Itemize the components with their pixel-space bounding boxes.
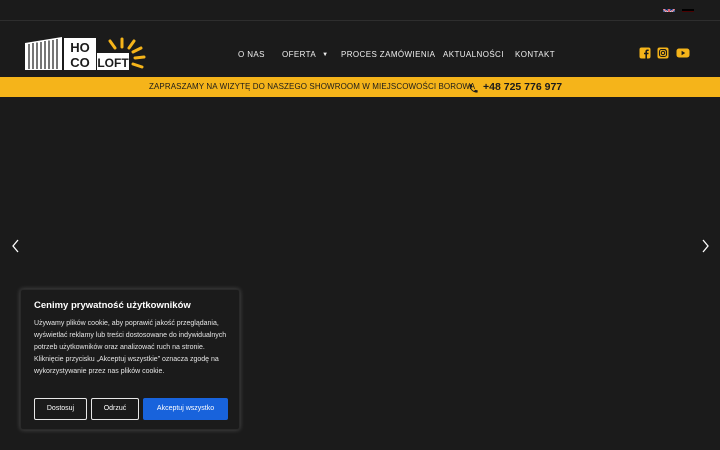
- instagram-icon[interactable]: [657, 46, 669, 59]
- nav-item-o-nas[interactable]: O NAS: [238, 48, 265, 62]
- accept-all-button[interactable]: Akceptuj wszystko: [143, 398, 228, 420]
- cookie-consent-dialog: Cenimy prywatność użytkowników Używamy p…: [20, 289, 240, 430]
- cookie-description: Używamy plików cookie, aby poprawić jako…: [34, 320, 227, 375]
- cookie-title: Cenimy prywatność użytkowników: [34, 300, 191, 311]
- caret-down-icon: ▼: [322, 52, 329, 58]
- chevron-right-icon[interactable]: [699, 238, 711, 254]
- youtube-icon[interactable]: [676, 46, 690, 58]
- phone-number-link[interactable]: +48 725 776 977: [483, 77, 562, 97]
- showroom-banner: ZAPRASZAMY NA WIZYTĘ DO NASZEGO SHOWROOM…: [0, 77, 720, 97]
- main-navigation: O NAS OFERTA ▼ PROCES ZAMÓWIENIA AKTUALNO…: [0, 48, 720, 62]
- nav-item-label: OFERTA: [282, 50, 317, 59]
- top-bar: [0, 0, 720, 21]
- nav-item-oferta[interactable]: OFERTA ▼: [282, 48, 328, 62]
- chevron-left-icon[interactable]: [10, 238, 22, 254]
- uk-flag-icon[interactable]: [663, 4, 675, 12]
- banner-text: ZAPRASZAMY NA WIZYTĘ DO NASZEGO SHOWROOM…: [149, 82, 476, 91]
- nav-item-aktualnosci[interactable]: AKTUALNOŚCI: [443, 48, 504, 62]
- reject-button[interactable]: Odrzuć: [91, 398, 139, 420]
- facebook-icon[interactable]: [639, 46, 651, 59]
- site-header: HO CO LOFT O NAS OFERTA ▼ PROCES ZAMÓWIEN…: [0, 21, 720, 77]
- phone-icon: [468, 81, 479, 93]
- customize-button[interactable]: Dostosuj: [34, 398, 87, 420]
- nav-item-kontakt[interactable]: KONTAKT: [515, 48, 555, 62]
- germany-flag-icon[interactable]: [682, 4, 694, 12]
- nav-item-proces-zamowienia[interactable]: PROCES ZAMÓWIENIA: [341, 48, 435, 62]
